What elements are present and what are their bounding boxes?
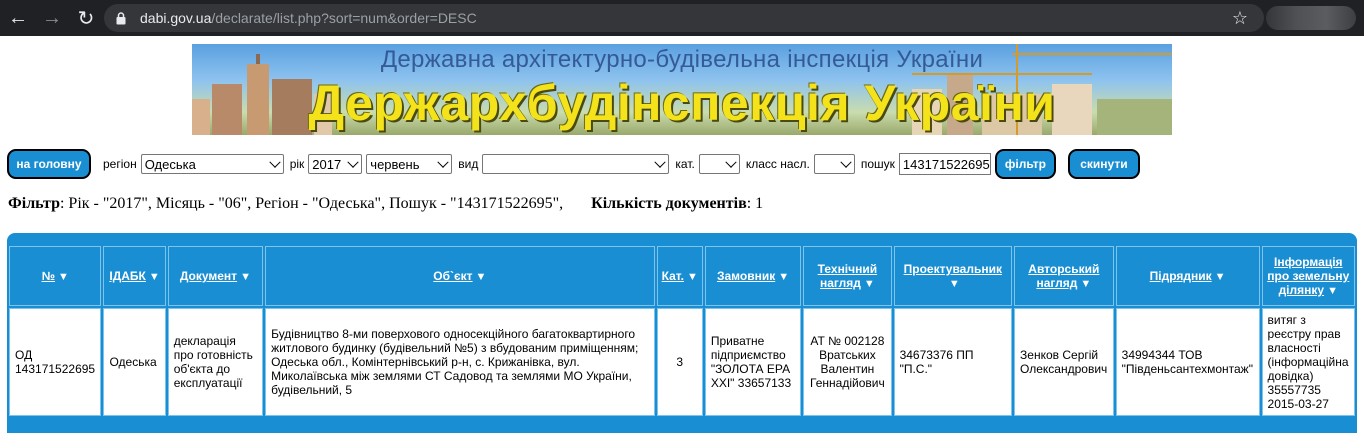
sort-triangle-icon: ▼: [778, 271, 790, 283]
declarations-table-container: № ▼ ІДАБК ▼ Документ ▼ Об`єкт ▼ Кат. ▼ Замовн…: [7, 233, 1357, 433]
year-select[interactable]: 2017: [308, 154, 363, 174]
table-row: ОД 143171522695 Одеська декларація про г…: [9, 308, 1355, 416]
column-header-author-supervision[interactable]: Авторський нагляд ▼: [1014, 246, 1114, 306]
chevron-down-icon: [840, 156, 852, 168]
extensions-area[interactable]: [1266, 6, 1356, 30]
chevron-down-icon: [437, 156, 449, 168]
sort-triangle-icon: ▼: [1327, 285, 1338, 297]
search-label: пошук: [860, 157, 895, 171]
url-path: /declarate/list.php?sort=num&order=DESC: [211, 10, 477, 26]
column-header-tech-supervision[interactable]: Технічний нагляд ▼: [803, 246, 892, 306]
back-arrow-icon[interactable]: ←: [2, 2, 34, 34]
chevron-down-icon: [347, 156, 359, 168]
document-count-value: : 1: [746, 195, 764, 212]
cell-contractor: 34994344 ТОВ "Південьсантехмонтаж": [1115, 308, 1260, 416]
sort-triangle-icon: ▼: [686, 271, 698, 283]
cell-author-supervision: Зенков Сергій Олександрович: [1014, 308, 1114, 416]
cell-object: Будівництво 8-ми поверхового односекційн…: [265, 308, 655, 416]
search-input[interactable]: 143171522695: [898, 153, 991, 175]
sort-triangle-icon: ▼: [475, 271, 487, 283]
class-label: класс насл.: [745, 157, 810, 171]
declarations-table: № ▼ ІДАБК ▼ Документ ▼ Об`єкт ▼ Кат. ▼ Замовн…: [7, 244, 1357, 418]
sort-triangle-icon: ▼: [1080, 278, 1092, 290]
cell-customer: Приватне підприємство "ЗОЛОТА ЕРА XXI" 3…: [704, 308, 802, 416]
reload-icon[interactable]: ↻: [70, 2, 102, 34]
column-header-num[interactable]: № ▼: [9, 246, 102, 306]
bookmark-star-icon[interactable]: ☆: [1232, 8, 1248, 29]
lock-icon: [116, 12, 126, 25]
home-button[interactable]: на головну: [7, 149, 91, 179]
type-select[interactable]: [482, 154, 670, 174]
filter-summary: Фільтр: Рік - "2017", Місяць - "06", Рег…: [8, 195, 763, 213]
type-label: вид: [458, 157, 479, 171]
class-select[interactable]: [813, 154, 855, 174]
sort-triangle-icon: ▼: [240, 271, 251, 283]
column-header-document[interactable]: Документ ▼: [167, 246, 264, 306]
cell-land-info: витяг з реєстру прав власності (інформац…: [1261, 308, 1355, 416]
cell-document: декларація про готовність об'єкта до екс…: [167, 308, 264, 416]
chevron-down-icon: [654, 156, 667, 168]
category-label: кат.: [675, 157, 695, 171]
year-value: 2017: [312, 156, 342, 172]
column-header-idabk[interactable]: ІДАБК ▼: [103, 246, 166, 306]
chevron-down-icon: [725, 156, 737, 168]
document-count-label: Кількість документів: [591, 195, 747, 212]
sort-triangle-icon: ▼: [863, 278, 875, 290]
filter-button[interactable]: фільтр: [994, 149, 1056, 179]
cell-num: ОД 143171522695: [9, 308, 102, 416]
filter-summary-label: Фільтр: [8, 195, 60, 212]
chevron-down-icon: [269, 156, 281, 168]
cell-category: 3: [656, 308, 703, 416]
reset-button[interactable]: скинути: [1067, 149, 1140, 179]
sort-triangle-icon: ▼: [1214, 271, 1226, 283]
filter-bar: на головну регіон Одеська рік 2017 черве…: [7, 148, 1357, 180]
browser-toolbar: ← → ↻ dabi.gov.ua/declarate/list.php?sor…: [0, 0, 1364, 36]
region-label: регіон: [103, 157, 137, 171]
banner-title: Держархбудінспекція України: [308, 75, 1056, 131]
column-header-land-info[interactable]: Інформація про земельну ділянку ▼: [1261, 246, 1355, 306]
cell-idabk: Одеська: [103, 308, 166, 416]
column-header-category[interactable]: Кат. ▼: [656, 246, 703, 306]
year-label: рік: [289, 157, 305, 171]
table-header-row: № ▼ ІДАБК ▼ Документ ▼ Об`єкт ▼ Кат. ▼ Замовн…: [9, 246, 1355, 306]
cell-tech-supervision: АТ № 002128 Вратських Валентин Геннадійо…: [803, 308, 892, 416]
filter-summary-text: : Рік - "2017", Місяць - "06", Регіон - …: [59, 195, 564, 212]
column-header-object[interactable]: Об`єкт ▼: [265, 246, 655, 306]
forward-arrow-icon[interactable]: →: [36, 2, 68, 34]
address-bar[interactable]: dabi.gov.ua/declarate/list.php?sort=num&…: [104, 4, 1264, 32]
sort-triangle-icon: ▼: [948, 278, 960, 290]
region-select[interactable]: Одеська: [140, 154, 284, 174]
category-select[interactable]: [698, 154, 740, 174]
column-header-designer[interactable]: Проектувальник▼: [893, 246, 1013, 306]
month-value: червень: [370, 156, 420, 172]
sort-triangle-icon: ▼: [148, 271, 160, 283]
region-value: Одеська: [144, 156, 196, 172]
month-select[interactable]: червень: [366, 154, 453, 174]
banner-subtitle: Державна архітектурно-будівельна інспекц…: [380, 46, 984, 73]
sort-triangle-icon: ▼: [57, 271, 69, 283]
column-header-customer[interactable]: Замовник ▼: [704, 246, 802, 306]
column-header-contractor[interactable]: Підрядник ▼: [1115, 246, 1260, 306]
cell-designer: 34673376 ПП "П.С.": [893, 308, 1013, 416]
site-banner: Державна архітектурно-будівельна інспекц…: [192, 44, 1172, 135]
url-host: dabi.gov.ua: [140, 10, 212, 26]
